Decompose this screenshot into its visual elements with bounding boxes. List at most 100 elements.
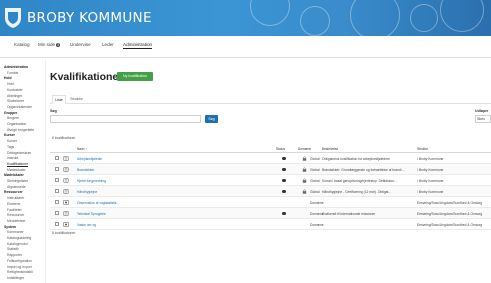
sidebar-item[interactable]: Kurser	[7, 139, 17, 143]
qualification-name-link[interactable]: Tekniske Sprogdele	[77, 212, 227, 216]
tab-struktur[interactable]: Struktur	[68, 95, 85, 104]
description-cell: Kurset i basal genoplivning/hjertestop. …	[322, 178, 397, 183]
structure-cell: \ Broby Kommune	[417, 156, 444, 161]
sidebar-item[interactable]: Kommuner	[7, 230, 24, 234]
search-input[interactable]	[50, 115, 201, 123]
result-count-bottom: 8 kvalifikationer	[52, 231, 76, 235]
table-row[interactable]: Vaske om og Domæne Ermøring/Sosu/Ungdom/Su…	[50, 219, 491, 230]
qualification-name-link[interactable]: Hjerte-lungeredning	[77, 179, 227, 183]
decorative-swirl	[250, 0, 290, 26]
sidebar-item[interactable]: Instrukt.	[7, 156, 19, 160]
qualification-name-link[interactable]: Arbejdsmiljøleder	[77, 157, 227, 161]
qualification-name-link[interactable]: Brandsikker	[77, 168, 227, 172]
tab-liste[interactable]: Liste	[52, 95, 66, 104]
description-cell: Godkendt til internationale missioner	[322, 211, 376, 216]
sidebar-item[interactable]: Sletningslister	[7, 179, 28, 183]
sidebar-item[interactable]: Indstillinger	[7, 276, 24, 280]
sidebar-item[interactable]: Katalogmodul	[7, 242, 28, 246]
row-checkbox[interactable]	[55, 167, 59, 171]
sidebar-item[interactable]: Meddelelser	[7, 219, 25, 223]
decorative-swirl	[440, 0, 484, 32]
site-title[interactable]: BROBY KOMMUNE	[27, 10, 152, 26]
structure-cell: \ Broby Kommune	[417, 167, 444, 172]
structure-cell: Ermøring/Sosu/Ungdom/Sundhed & Omsorg	[417, 211, 483, 216]
nav-undervise[interactable]: Undervise	[70, 42, 91, 47]
qualification-group-icon	[63, 221, 69, 227]
filter-label: Udløper	[475, 109, 489, 113]
domain-cell: Domæne	[310, 222, 324, 227]
table-row[interactable]: Tekniske Sprogdele Domæne Godkendt til int…	[50, 208, 491, 219]
sidebar-item[interactable]: Afgrænsede	[7, 185, 25, 189]
table-row[interactable]: Hjerte-lungeredning Global Kurset i basal …	[50, 175, 491, 186]
column-header-description[interactable]: Beskrivelse	[322, 147, 338, 151]
column-header-domain[interactable]: Domæne	[298, 147, 311, 151]
sidebar-item[interactable]: Kvalifikationer	[7, 162, 29, 167]
sidebar-item[interactable]: Deltagelseskrav	[7, 151, 31, 155]
sidebar-item[interactable]: Hold	[7, 82, 14, 86]
table-row[interactable]: Observation af vagtstatistik Domæne Ermøri…	[50, 197, 491, 208]
nav-katalog[interactable]: Katalog	[14, 42, 30, 47]
structure-cell: Ermøring/Sosu/Ungdom/Sundhed & Omsorg	[417, 200, 483, 205]
sidebar-section-heading: Ressourcer	[4, 190, 23, 195]
decorative-swirl	[350, 0, 400, 36]
qualification-name-link[interactable]: Håndhygiejne	[77, 190, 227, 194]
table-row[interactable]: Brandsikker Global Brandsikker: Grundlægge…	[50, 164, 491, 175]
expiry-filter-select[interactable]: Skriv	[475, 115, 491, 123]
sidebar-item[interactable]: Forside	[7, 71, 18, 75]
nav-min-side[interactable]: Min side 3	[38, 42, 61, 47]
table-row[interactable]: Arbejdsmiljøleder Global Obligatorisk kval…	[50, 153, 491, 164]
sidebar-item[interactable]: Rapporter	[7, 253, 22, 257]
status-indicator-icon	[282, 156, 286, 160]
lock-icon	[302, 188, 307, 194]
shield-crest-icon[interactable]	[3, 6, 23, 29]
sidebar-item[interactable]: Skabeloner	[7, 99, 24, 103]
sidebar-item[interactable]: Statistik	[7, 247, 19, 251]
status-indicator-icon	[282, 189, 286, 193]
sidebar-item[interactable]: Rettighedsindstill	[7, 270, 33, 274]
page-title: Kvalifikationer	[50, 71, 123, 83]
sidebar-item[interactable]: Organisation	[7, 122, 26, 126]
sidebar-item[interactable]: Faciliteter	[7, 208, 22, 212]
qualification-group-icon	[63, 199, 69, 205]
row-checkbox[interactable]	[55, 222, 59, 226]
nav-leder[interactable]: Leder	[102, 42, 114, 47]
row-checkbox[interactable]	[55, 156, 59, 160]
sidebar-item[interactable]: Opgavekalender	[7, 105, 32, 109]
status-indicator-icon	[282, 211, 286, 215]
qualification-name-link[interactable]: Vaske om og	[77, 223, 227, 227]
sidebar-item[interactable]: Tags	[7, 145, 14, 149]
description-cell: Brandsikker: Grundlæggende og fortsættel…	[322, 167, 405, 172]
description-cell: Obligatorisk kvalifikation for arbejdsmi…	[322, 156, 390, 161]
sidebar-item[interactable]: Brugere	[7, 116, 19, 120]
row-checkbox[interactable]	[55, 189, 59, 193]
table-row[interactable]: Håndhygiejne Global Håndhygiejne - Certifi…	[50, 186, 491, 197]
search-button[interactable]: Søg	[205, 115, 218, 123]
sidebar-item[interactable]: Mødelokaler	[7, 168, 26, 172]
column-header-name[interactable]: Navn ↑	[77, 147, 87, 151]
row-checkbox[interactable]	[55, 200, 59, 204]
admin-sidebar: Administration Forside Hold Hold Kontrakter A…	[0, 60, 46, 283]
column-header-status[interactable]: Status	[276, 147, 285, 151]
sidebar-item[interactable]: Kontrakter	[7, 88, 23, 92]
sidebar-item[interactable]: Kataloguddeling	[7, 236, 31, 240]
sidebar-item[interactable]: Import og export	[7, 265, 32, 269]
sidebar-section-heading: System	[4, 224, 17, 229]
row-checkbox[interactable]	[55, 178, 59, 182]
column-header-structure[interactable]: Struktur	[417, 147, 428, 151]
qualifications-table: Navn ↑ Status Domæne Beskrivelse Struktu…	[50, 146, 491, 230]
header-banner: BROBY KOMMUNE	[0, 0, 491, 36]
sidebar-section-heading: Kurser	[4, 133, 15, 138]
qualification-name-link[interactable]: Observation af vagtstatistik	[77, 201, 227, 205]
sidebar-item[interactable]: Øvrige brugerfelte	[7, 128, 34, 132]
sidebar-item[interactable]: Eksterne	[7, 202, 20, 206]
nav-administration[interactable]: Administration	[123, 42, 153, 49]
sidebar-item[interactable]: Feltkonfiguration	[7, 259, 32, 263]
sidebar-item[interactable]: Afdelinger	[7, 94, 22, 98]
sidebar-item[interactable]: Ressourcer	[7, 213, 24, 217]
sidebar-item[interactable]: Instruktører	[7, 196, 24, 200]
new-qualification-button[interactable]: Ny kvalifikation	[117, 72, 153, 81]
sidebar-section-heading: Grupper	[4, 110, 18, 115]
qualification-icon	[63, 155, 69, 161]
row-checkbox[interactable]	[55, 211, 59, 215]
qualification-icon	[63, 210, 69, 216]
